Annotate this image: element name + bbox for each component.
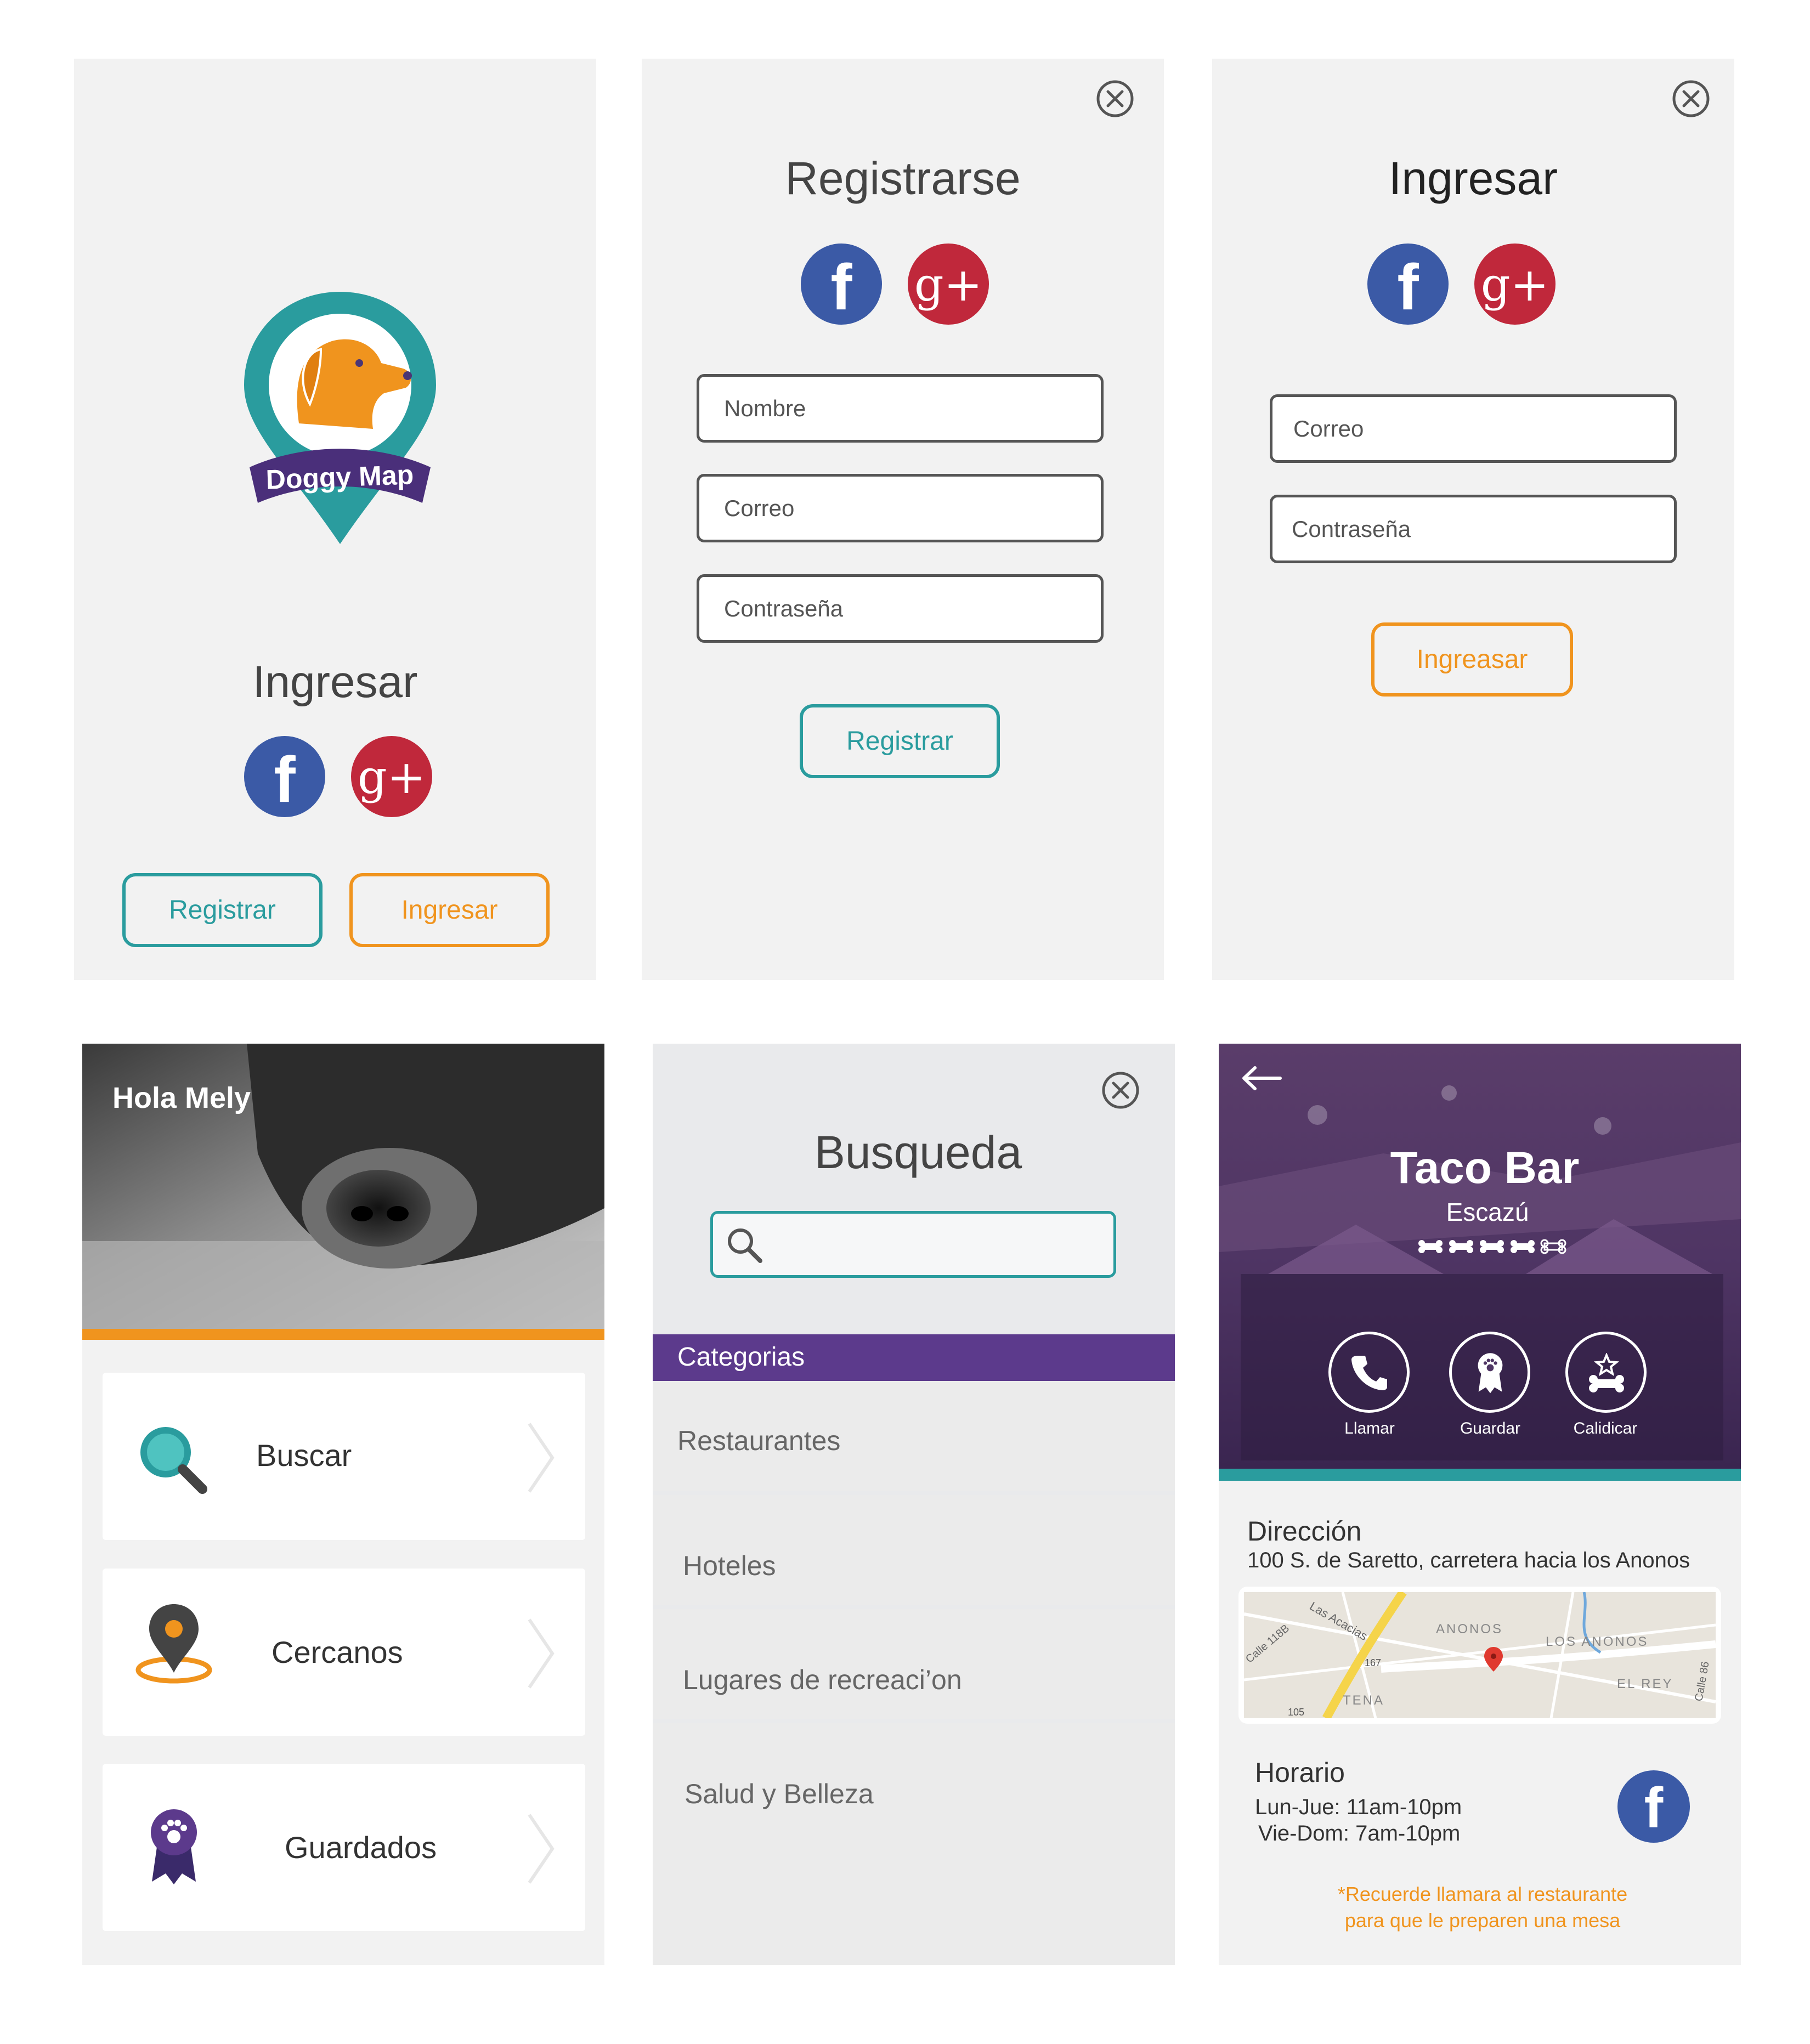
category-item[interactable]: Lugares de recreaci’on — [653, 1609, 1175, 1719]
menu-item-buscar[interactable]: Buscar — [103, 1373, 585, 1540]
place-name: Taco Bar — [1390, 1143, 1580, 1193]
password-field[interactable]: Contraseña — [697, 574, 1104, 643]
bone-rating — [1418, 1239, 1566, 1254]
menu-label: Guardados — [285, 1830, 437, 1865]
close-icon[interactable] — [1096, 80, 1134, 118]
category-label: Hoteles — [683, 1550, 776, 1581]
back-arrow-icon[interactable] — [1240, 1065, 1283, 1092]
address-label: Dirección — [1247, 1516, 1362, 1547]
map-label: TENA — [1343, 1693, 1384, 1708]
facebook-page-button[interactable]: f — [1617, 1770, 1690, 1843]
address-text: 100 S. de Saretto, carretera hacia los A… — [1247, 1548, 1690, 1572]
logo-text: Doggy Map — [265, 459, 414, 495]
category-item[interactable]: Restaurantes — [653, 1381, 1175, 1491]
google-plus-login-button[interactable]: g+ — [351, 736, 432, 817]
map-label: 105 — [1288, 1707, 1304, 1718]
call-button[interactable] — [1328, 1332, 1410, 1413]
phone-icon — [1351, 1356, 1387, 1390]
location-pin-icon — [135, 1604, 212, 1684]
screen-register: Registrarse f g+ Nombre Correo Contraseñ… — [642, 59, 1164, 980]
menu-item-cercanos[interactable]: Cercanos — [103, 1569, 585, 1736]
hours-line: Vie-Dom: 7am-10pm — [1258, 1821, 1461, 1845]
map-label: ANONOS — [1436, 1622, 1503, 1637]
bone-filled-icon — [1480, 1240, 1504, 1253]
screen-search: Busqueda Categorias Restaurantes Hoteles… — [653, 1044, 1175, 1965]
map-label: LOS ANONOS — [1546, 1634, 1648, 1649]
header-accent-bar — [82, 1329, 604, 1340]
email-field[interactable]: Correo — [697, 474, 1104, 542]
register-submit-button[interactable]: Registrar — [800, 704, 1000, 778]
menu-label: Cercanos — [272, 1635, 403, 1669]
bone-filled-icon — [1449, 1240, 1473, 1253]
facebook-icon: f — [1644, 1776, 1664, 1840]
categories-header: Categorias — [653, 1334, 1175, 1381]
search-icon — [728, 1228, 762, 1263]
password-field[interactable]: Contraseña — [1270, 495, 1677, 563]
action-label: Calidicar — [1573, 1419, 1638, 1437]
screen-welcome: Doggy Map Ingresar f g+ Registrar Ingres… — [74, 59, 596, 980]
bone-filled-icon — [1418, 1240, 1443, 1253]
category-label: Salud y Belleza — [685, 1779, 874, 1809]
login-button[interactable]: Ingresar — [349, 873, 550, 947]
menu-item-guardados[interactable]: Guardados — [103, 1764, 585, 1931]
bone-filled-icon — [1511, 1240, 1535, 1253]
doggy-map-logo: Doggy Map — [244, 292, 436, 544]
chevron-right-icon — [528, 1814, 555, 1884]
map[interactable]: Las Acacias ANONOS LOS ANONOS EL REY TEN… — [1238, 1587, 1721, 1724]
login-submit-button[interactable]: Ingreasar — [1371, 622, 1573, 697]
facebook-icon: f — [274, 744, 296, 816]
paw-ribbon-icon — [151, 1809, 197, 1884]
category-label: Lugares de recreaci’on — [683, 1664, 962, 1695]
header-accent-bar — [1219, 1469, 1741, 1481]
reservation-note: para que le preparen una mesa — [1344, 1909, 1621, 1932]
google-plus-login-button[interactable]: g+ — [1474, 244, 1556, 325]
bone-star-icon — [1589, 1353, 1624, 1392]
facebook-login-button[interactable]: f — [1367, 244, 1449, 325]
google-plus-icon: g+ — [914, 258, 983, 312]
google-plus-icon: g+ — [357, 750, 426, 804]
page-title: Busqueda — [814, 1126, 1022, 1178]
email-field[interactable]: Correo — [1270, 394, 1677, 463]
google-plus-register-button[interactable]: g+ — [908, 244, 989, 325]
close-icon[interactable] — [1101, 1071, 1140, 1109]
paw-ribbon-icon — [1478, 1353, 1503, 1394]
categories-header-label: Categorias — [677, 1343, 805, 1372]
action-label: Guardar — [1460, 1419, 1521, 1437]
category-item[interactable]: Hoteles — [653, 1495, 1175, 1605]
screen-place-detail: Taco Bar Escazú Llamar Guardar Calidicar — [1219, 1044, 1741, 1965]
greeting: Hola Mely — [112, 1082, 251, 1114]
bone-empty-icon — [1540, 1239, 1566, 1254]
page-title: Ingresar — [1388, 152, 1558, 204]
category-item[interactable]: Salud y Belleza — [653, 1723, 1175, 1965]
menu-label: Buscar — [256, 1438, 352, 1473]
register-button[interactable]: Registrar — [122, 873, 323, 947]
rate-button[interactable] — [1565, 1332, 1647, 1413]
map-label: 167 — [1365, 1657, 1381, 1668]
page-title: Ingresar — [252, 657, 418, 707]
map-image: Las Acacias ANONOS LOS ANONOS EL REY TEN… — [1244, 1592, 1716, 1718]
category-label: Restaurantes — [677, 1425, 841, 1456]
action-label: Llamar — [1344, 1419, 1395, 1437]
map-label: EL REY — [1617, 1677, 1673, 1691]
chevron-right-icon — [528, 1618, 555, 1689]
place-location: Escazú — [1446, 1198, 1529, 1226]
close-icon[interactable] — [1672, 80, 1710, 118]
hours-label: Horario — [1255, 1757, 1345, 1788]
google-plus-icon: g+ — [1480, 258, 1549, 312]
search-input[interactable] — [710, 1211, 1116, 1278]
facebook-icon: f — [1397, 251, 1419, 324]
save-button[interactable] — [1449, 1332, 1530, 1413]
facebook-register-button[interactable]: f — [801, 244, 882, 325]
screen-home: Hola Mely Buscar Cercanos Guardados — [82, 1044, 604, 1965]
name-field[interactable]: Nombre — [697, 374, 1104, 443]
screen-login: Ingresar f g+ Correo Contraseña Ingreasa… — [1212, 59, 1734, 980]
hours-line: Lun-Jue: 11am-10pm — [1255, 1795, 1462, 1819]
page-title: Registrarse — [785, 152, 1021, 204]
chevron-right-icon — [528, 1423, 555, 1493]
reservation-note: *Recuerde llamara al restaurante — [1337, 1883, 1628, 1905]
facebook-login-button[interactable]: f — [244, 736, 325, 817]
search-icon — [140, 1427, 207, 1494]
facebook-icon: f — [830, 251, 852, 324]
